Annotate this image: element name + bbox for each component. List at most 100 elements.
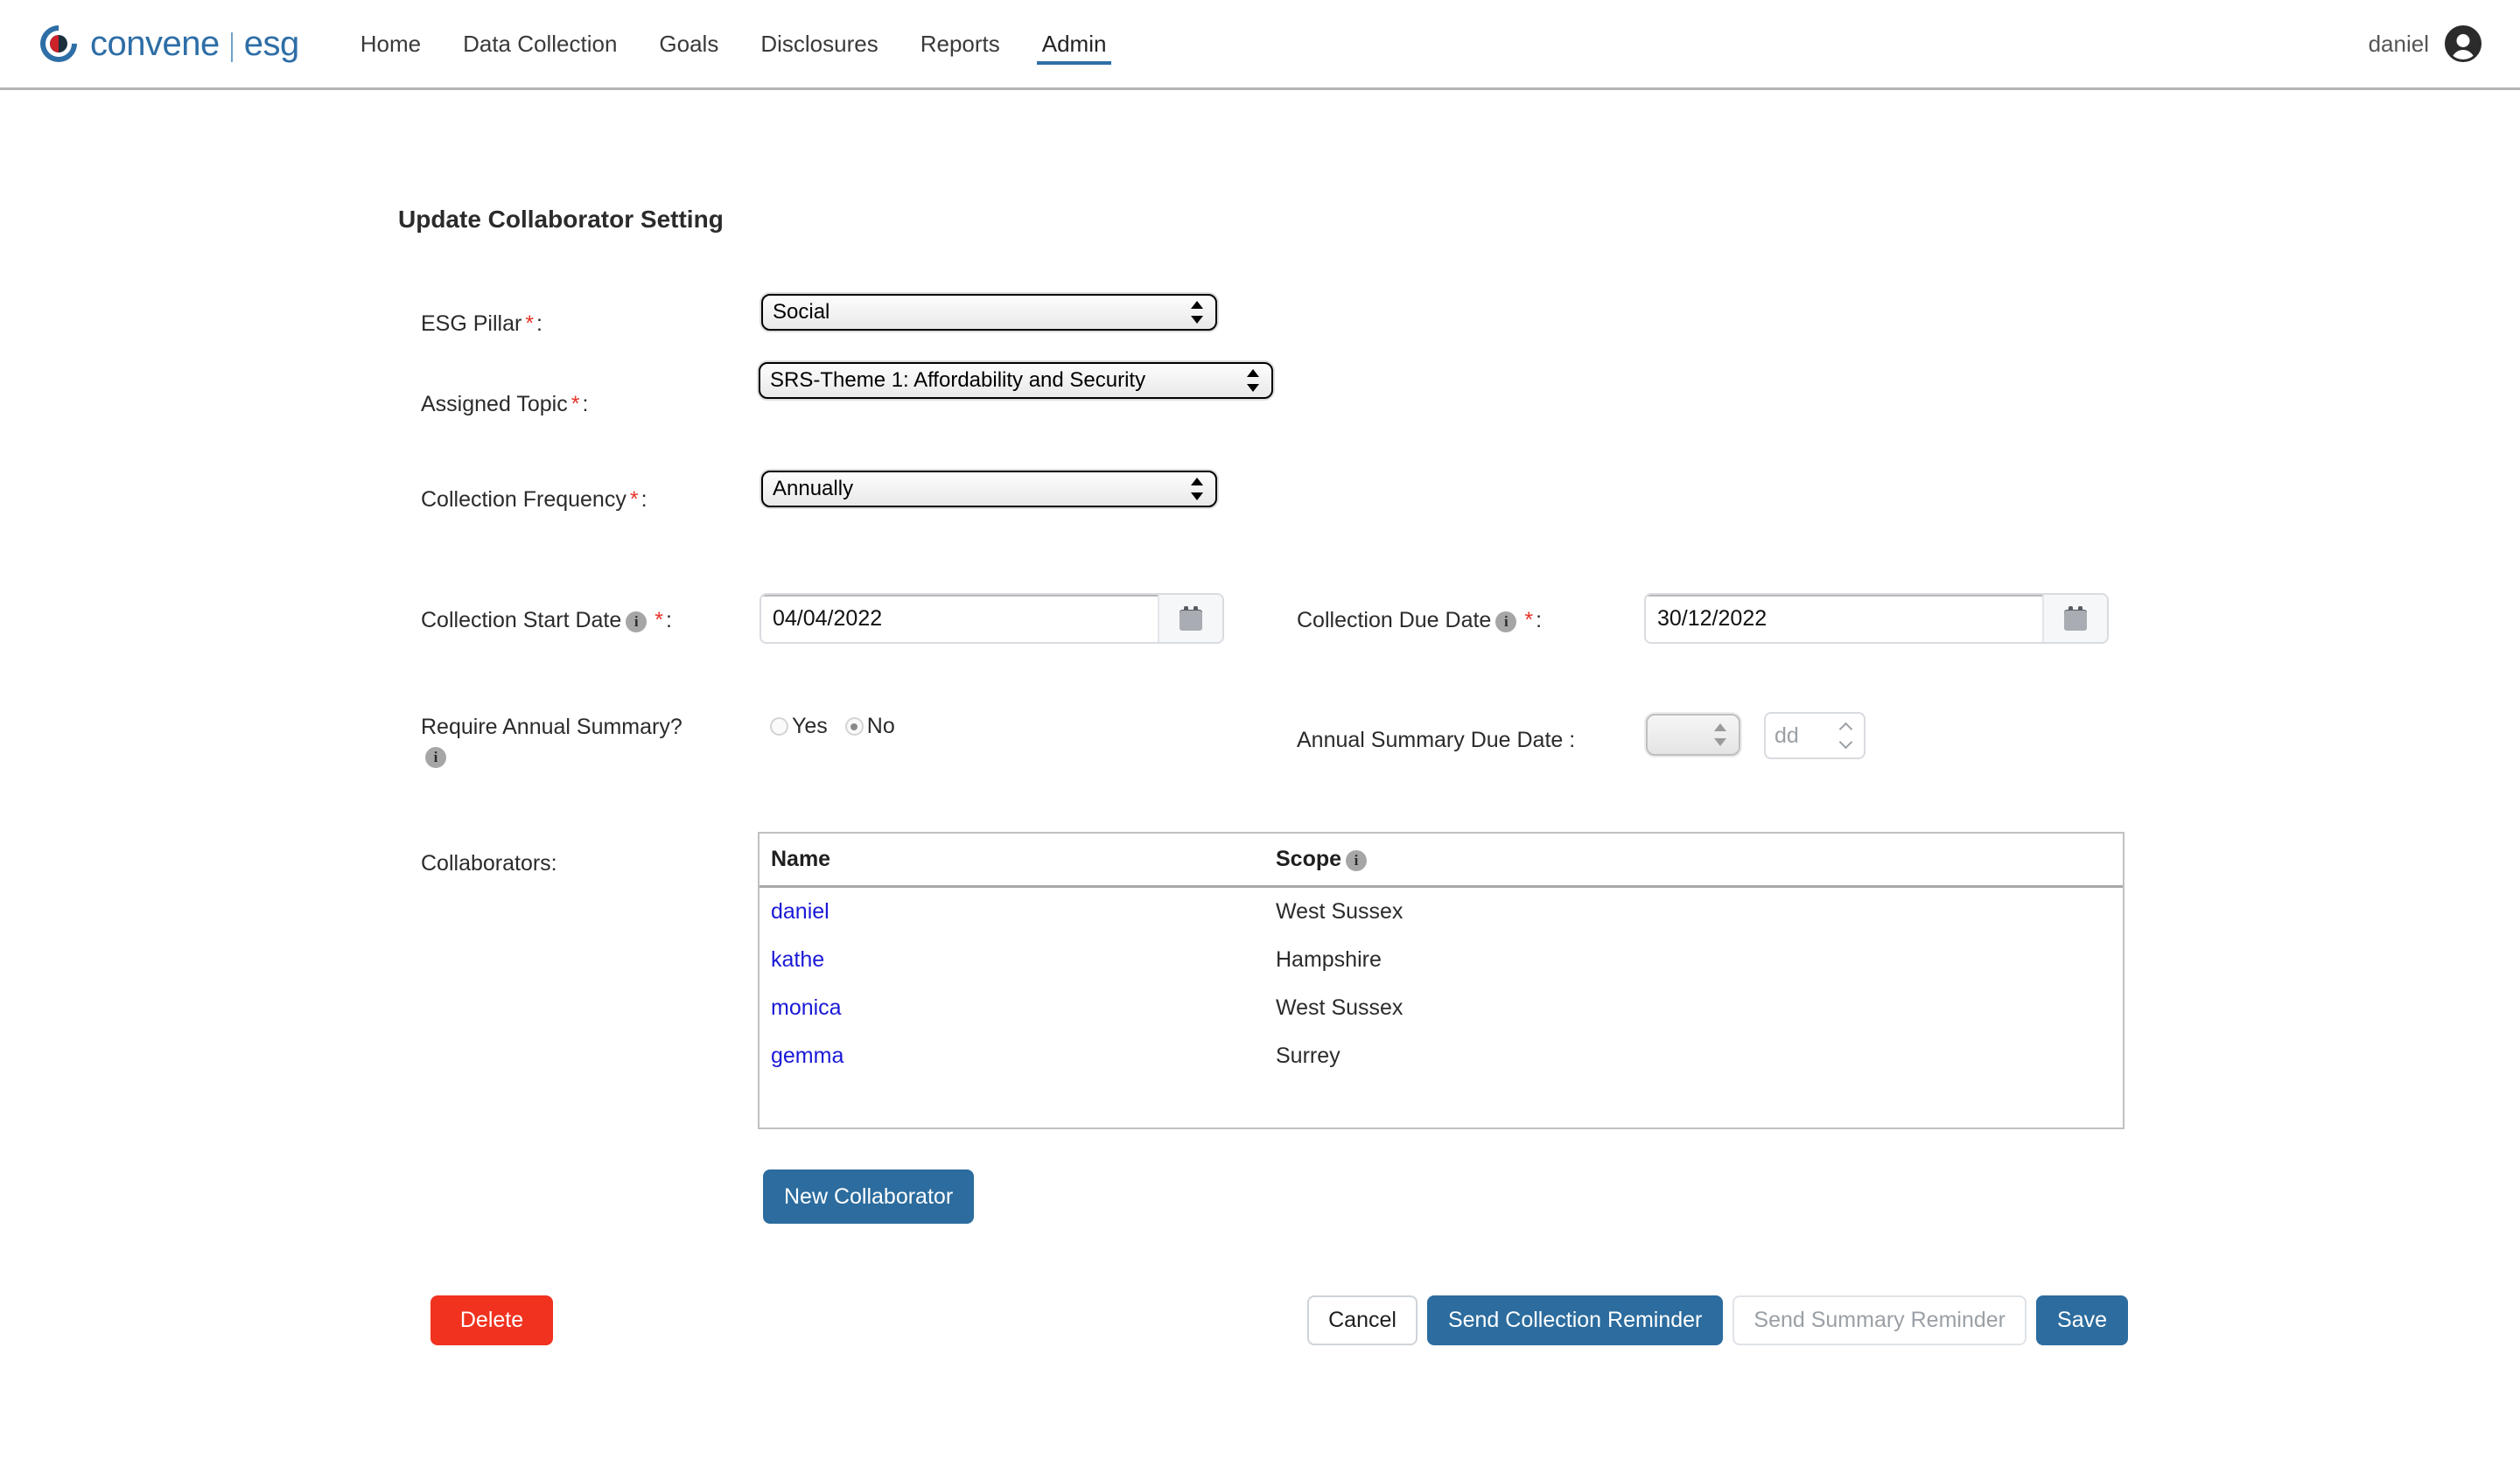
cell-name: daniel bbox=[760, 899, 1276, 925]
require-annual-summary-label: Require Annual Summary? i bbox=[421, 713, 682, 771]
convene-logo-icon bbox=[32, 17, 85, 70]
user-menu[interactable]: daniel bbox=[2369, 25, 2482, 62]
radio-no-label: No bbox=[866, 714, 895, 738]
brand-sub: esg bbox=[243, 24, 300, 63]
new-collaborator-button[interactable]: New Collaborator bbox=[763, 1169, 975, 1224]
collection-due-date-label-text: Collection Due Date bbox=[1297, 608, 1492, 632]
cancel-button[interactable]: Cancel bbox=[1307, 1295, 1418, 1345]
collaborator-link[interactable]: monica bbox=[771, 995, 842, 1020]
cell-name: gemma bbox=[760, 1044, 1276, 1069]
annual-summary-due-date-label: Annual Summary Due Date : bbox=[1297, 728, 1576, 752]
table-row[interactable]: gemma Surrey bbox=[760, 1032, 2123, 1080]
esg-pillar-label: ESG Pillar *: bbox=[421, 311, 542, 337]
info-icon[interactable]: i bbox=[626, 611, 648, 632]
collection-start-date-group bbox=[760, 593, 1224, 644]
required-asterisk: * bbox=[629, 487, 639, 512]
collaborator-link[interactable]: daniel bbox=[771, 899, 830, 924]
required-asterisk: * bbox=[654, 608, 664, 632]
required-asterisk: * bbox=[525, 311, 535, 336]
label-colon: : bbox=[582, 392, 589, 416]
collection-frequency-select[interactable]: Annually bbox=[761, 471, 1217, 507]
collection-frequency-label-text: Collection Frequency bbox=[421, 487, 626, 512]
label-colon: : bbox=[666, 608, 672, 632]
collection-start-date-label-text: Collection Start Date bbox=[421, 608, 622, 632]
label-colon: : bbox=[640, 487, 648, 512]
table-row[interactable]: daniel West Sussex bbox=[760, 888, 2123, 936]
collection-frequency-label: Collection Frequency *: bbox=[421, 487, 648, 513]
assigned-topic-value: SRS-Theme 1: Affordability and Security bbox=[770, 368, 1146, 392]
radio-no-icon[interactable] bbox=[844, 717, 864, 736]
collection-due-date-calendar-button[interactable] bbox=[2042, 595, 2107, 642]
delete-button[interactable]: Delete bbox=[430, 1295, 553, 1345]
nav-item-reports[interactable]: Reports bbox=[900, 0, 1021, 87]
radio-yes-label: Yes bbox=[792, 714, 828, 738]
radio-yes-icon[interactable] bbox=[770, 717, 788, 736]
collection-frequency-value: Annually bbox=[773, 477, 854, 500]
collection-start-date-label: Collection Start Date i *: bbox=[421, 608, 672, 633]
nav-item-home[interactable]: Home bbox=[340, 0, 442, 87]
page-title: Update Collaborator Setting bbox=[398, 206, 724, 233]
collection-due-date-label: Collection Due Date i *: bbox=[1297, 608, 1542, 633]
required-asterisk: * bbox=[570, 392, 580, 416]
cell-scope: Surrey bbox=[1276, 1044, 1340, 1068]
require-annual-summary-label-text: Require Annual Summary? bbox=[421, 715, 682, 739]
send-collection-reminder-button[interactable]: Send Collection Reminder bbox=[1426, 1295, 1724, 1345]
send-summary-reminder-button: Send Summary Reminder bbox=[1732, 1295, 2027, 1345]
column-header-scope: Scope i bbox=[1276, 847, 2123, 872]
assigned-topic-label: Assigned Topic *: bbox=[421, 392, 588, 417]
nav-item-admin[interactable]: Admin bbox=[1021, 0, 1128, 87]
label-colon: : bbox=[1536, 608, 1543, 632]
table-row[interactable]: monica West Sussex bbox=[760, 984, 2123, 1032]
annual-summary-month-select[interactable] bbox=[1646, 714, 1740, 756]
label-colon: : bbox=[536, 311, 542, 336]
table-header-row: Name Scope i bbox=[760, 834, 2123, 888]
esg-pillar-value: Social bbox=[773, 300, 830, 324]
column-header-name: Name bbox=[771, 847, 831, 871]
top-navigation-bar: convene esg Home Data Collection Goals Di… bbox=[0, 0, 2520, 90]
select-arrows-icon bbox=[1191, 298, 1203, 326]
collaborator-link[interactable]: kathe bbox=[771, 947, 824, 972]
main-nav: Home Data Collection Goals Disclosures R… bbox=[340, 0, 1128, 87]
annual-summary-day-placeholder: dd bbox=[1774, 723, 1799, 748]
user-avatar-icon[interactable] bbox=[2445, 25, 2482, 62]
cell-scope: West Sussex bbox=[1276, 995, 1404, 1020]
brand-divider bbox=[230, 31, 233, 62]
esg-pillar-label-text: ESG Pillar bbox=[421, 311, 522, 336]
table-row[interactable]: kathe Hampshire bbox=[760, 936, 2123, 984]
cell-name: kathe bbox=[760, 947, 1276, 973]
info-icon[interactable]: i bbox=[425, 747, 446, 768]
assigned-topic-label-text: Assigned Topic bbox=[421, 392, 568, 416]
select-arrows-icon bbox=[1247, 367, 1259, 394]
info-icon[interactable]: i bbox=[1495, 611, 1517, 632]
select-arrows-icon bbox=[1191, 475, 1203, 503]
brand-wordmark: convene esg bbox=[90, 24, 299, 64]
require-annual-summary-radio-group: Yes No bbox=[770, 714, 913, 739]
calendar-icon bbox=[2064, 606, 2087, 631]
brand-logo[interactable]: convene esg bbox=[32, 17, 299, 70]
required-asterisk: * bbox=[1524, 608, 1534, 632]
select-arrows-icon bbox=[1714, 721, 1726, 749]
collaborator-link[interactable]: gemma bbox=[771, 1044, 844, 1068]
cell-scope: Hampshire bbox=[1276, 947, 1382, 972]
info-icon[interactable]: i bbox=[1346, 850, 1368, 871]
assigned-topic-select[interactable]: SRS-Theme 1: Affordability and Security bbox=[759, 362, 1273, 399]
collection-due-date-group bbox=[1644, 593, 2109, 644]
brand-name: convene bbox=[90, 24, 220, 63]
annual-summary-day-stepper[interactable]: dd bbox=[1764, 712, 1866, 759]
collection-due-date-input[interactable] bbox=[1646, 595, 2042, 642]
radio-option-yes[interactable]: Yes bbox=[770, 714, 845, 739]
collection-start-date-input[interactable] bbox=[761, 595, 1158, 642]
form-actions: Cancel Send Collection Reminder Send Sum… bbox=[1307, 1295, 2128, 1345]
nav-item-data-collection[interactable]: Data Collection bbox=[442, 0, 638, 87]
esg-pillar-select[interactable]: Social bbox=[761, 294, 1217, 331]
collaborators-label: Collaborators: bbox=[421, 851, 557, 876]
stepper-chevrons-icon[interactable] bbox=[1838, 721, 1855, 750]
radio-option-no[interactable]: No bbox=[844, 714, 913, 739]
user-name: daniel bbox=[2368, 30, 2429, 57]
nav-item-goals[interactable]: Goals bbox=[638, 0, 739, 87]
cell-name: monica bbox=[760, 995, 1276, 1021]
collection-start-date-calendar-button[interactable] bbox=[1158, 595, 1222, 642]
nav-item-disclosures[interactable]: Disclosures bbox=[739, 0, 899, 87]
calendar-icon bbox=[1180, 606, 1202, 631]
save-button[interactable]: Save bbox=[2036, 1295, 2128, 1345]
